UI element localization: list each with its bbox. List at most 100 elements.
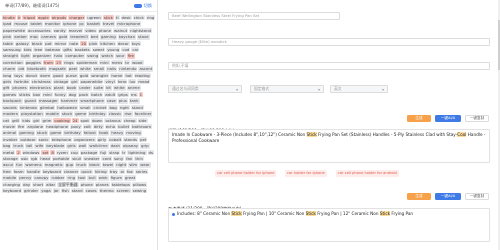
keyword-chip[interactable]: head (39, 155, 51, 162)
keyword-chip[interactable]: goggles (24, 59, 42, 66)
keyword-chip[interactable]: windows (21, 149, 41, 155)
keyword-chip[interactable]: charger (68, 15, 86, 21)
keyword-chip[interactable]: bullet (117, 123, 131, 130)
keyword-chip[interactable]: reading (133, 72, 151, 79)
keyword-chip[interactable]: girl (70, 79, 79, 85)
keyword-chip[interactable]: sonic (37, 136, 50, 143)
keyword-chip[interactable]: stick (102, 15, 114, 21)
keyword-chip[interactable]: ring (66, 175, 77, 181)
keyword-chip[interactable]: cleaner (62, 168, 80, 175)
keyword-chip[interactable]: dash (109, 143, 121, 149)
keyword-chip[interactable]: games (2, 91, 18, 98)
keyword-chip[interactable]: foam (12, 168, 25, 175)
keyword-chip[interactable]: travel (101, 21, 116, 27)
keyword-chip[interactable]: truck (75, 162, 88, 168)
keyword-chip[interactable]: cobalt (108, 136, 123, 143)
keyword-chip[interactable]: ipad (2, 21, 13, 27)
keyword-chip[interactable]: microphone (116, 21, 142, 27)
select3-dropdown[interactable]: 英文 ▾ (330, 85, 388, 93)
keyword-chip[interactable]: mobile (2, 175, 18, 181)
keyword-chip[interactable]: treadmill (69, 34, 89, 40)
keyword-chip[interactable]: down (90, 117, 104, 123)
keyword-chip[interactable]: game (74, 111, 88, 117)
keyword-chip[interactable]: kaychan (117, 34, 137, 40)
ai-title-button[interactable]: 一键AI/A (435, 115, 461, 122)
keyword-chip[interactable]: screen (115, 187, 131, 194)
keyword-chip[interactable]: accessories (26, 27, 52, 34)
keyword-chip[interactable]: tripod (22, 15, 36, 21)
keyword-chip[interactable]: classic (107, 111, 123, 117)
keyword-chip[interactable]: birthday (63, 130, 82, 136)
keyword-chip[interactable]: pack (78, 91, 90, 98)
keyword-chip[interactable]: fan (125, 155, 134, 162)
keyword-chip[interactable]: gold (78, 72, 90, 79)
keyword-chip[interactable]: fuji (99, 149, 108, 155)
keyword-chip[interactable]: basket (85, 21, 101, 27)
keyword-chip[interactable]: headphone (45, 123, 70, 130)
keyword-chip[interactable]: halloween (56, 104, 79, 111)
keyword-chip[interactable]: cup (69, 149, 79, 155)
keyword-chip[interactable]: yoga (40, 187, 52, 194)
keyword-chip[interactable]: cricket (92, 104, 108, 111)
keyword-chip[interactable]: wink (97, 175, 109, 181)
keyword-chip[interactable]: black (88, 162, 101, 168)
keyword-suggestion-pill[interactable]: car holder for iphone (285, 170, 327, 177)
keyword-chip[interactable]: backpack (2, 98, 23, 104)
keyword-chip[interactable]: free (2, 168, 12, 175)
keyword-chip[interactable]: slim (128, 162, 139, 168)
keyword-chip[interactable]: beyblade (45, 143, 66, 149)
keyword-chip[interactable]: sneaker (83, 155, 101, 162)
keyword-chip[interactable]: amber (13, 34, 28, 40)
keyword-chip[interactable]: fox (125, 168, 134, 175)
keyword-chip[interactable]: pot (44, 40, 53, 47)
keyword-chip[interactable]: dirty (92, 123, 104, 130)
keyword-chip[interactable]: video (84, 27, 97, 34)
keyword-chip[interactable]: guard (23, 98, 37, 104)
keyword-chip[interactable]: altar (45, 181, 57, 187)
keyword-chip[interactable]: hero (116, 79, 128, 85)
keyword-chip[interactable]: wall (77, 143, 88, 149)
keyword-chip[interactable]: kitchen (99, 40, 116, 47)
keyword-chip[interactable]: modern (2, 111, 20, 117)
keyword-chip[interactable]: 1 (138, 91, 144, 98)
keyword-chip[interactable]: decor (116, 40, 130, 47)
keyword-chip[interactable]: 8 (50, 149, 55, 155)
keyword-chip[interactable]: walnut (113, 27, 129, 34)
keyword-chip[interactable]: plus (117, 98, 128, 104)
keyword-chip[interactable]: glimbal (38, 104, 56, 111)
keyword-chip[interactable]: mac (28, 34, 40, 40)
keyword-chip[interactable]: phone (79, 181, 94, 187)
keyword-chip[interactable]: black (30, 40, 44, 47)
keyword-chip[interactable]: tank (128, 98, 140, 104)
keyword-chip[interactable]: spiderman (75, 59, 99, 66)
keyword-chip[interactable]: pink (88, 40, 99, 47)
select2-dropdown[interactable]: 固定格式 ▾ (250, 85, 324, 93)
keyword-chip[interactable]: purse (64, 72, 78, 79)
toggle-label[interactable]: 切换 (144, 3, 152, 9)
product-name-input[interactable]: Beef Wellington Stainless Steel Frying P… (168, 12, 340, 20)
keyword-chip[interactable]: truck (12, 143, 25, 149)
keyword-chip[interactable]: tabletops (110, 181, 131, 187)
keyword-chip[interactable]: organizer (31, 53, 53, 59)
keyword-chip[interactable]: gaming (18, 130, 35, 136)
keyword-chip[interactable]: galaxy (14, 40, 30, 47)
keyword-chip[interactable]: stuck (35, 130, 49, 136)
keyword-chip[interactable]: iphone (62, 21, 78, 27)
keyword-chip[interactable]: thin (134, 155, 144, 162)
keyword-chip[interactable]: white (112, 85, 126, 91)
keyword-chip[interactable]: christmas (30, 79, 52, 85)
keyword-chip[interactable]: desk (120, 15, 132, 21)
keyword-chip[interactable]: stand (130, 104, 144, 111)
keyword-chip[interactable]: 2 (16, 149, 21, 155)
keyword-chip[interactable]: night (115, 162, 128, 168)
keyword-chip[interactable]: side (137, 117, 148, 123)
keyword-chip[interactable]: planes (94, 181, 110, 187)
keyword-chip[interactable]: sticks (18, 91, 32, 98)
generate-title-button[interactable]: 生成 (407, 115, 431, 122)
keyword-chip[interactable]: hot (124, 72, 133, 79)
keyword-chip[interactable]: ds (147, 149, 154, 155)
keyword-chip[interactable]: pony (70, 123, 82, 130)
keyword-chip[interactable]: 13 (54, 59, 62, 66)
keyword-chip[interactable]: stock (60, 111, 74, 117)
keyword-chip[interactable]: fortnite (13, 79, 30, 85)
